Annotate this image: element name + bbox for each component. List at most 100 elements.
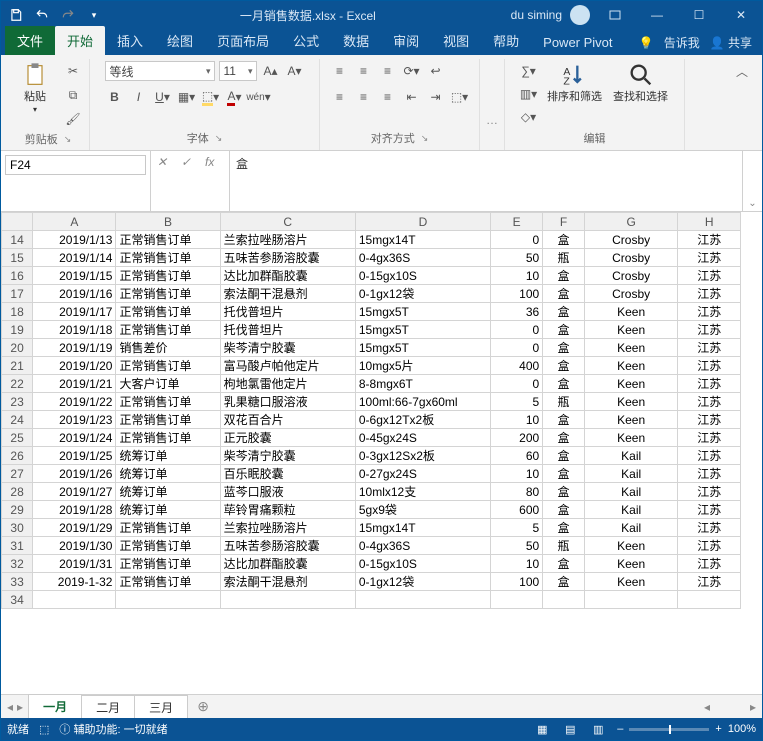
- tab-view[interactable]: 视图: [431, 26, 481, 55]
- cell[interactable]: 正常销售订单: [116, 411, 220, 429]
- cell[interactable]: 0: [491, 375, 543, 393]
- row-header[interactable]: 26: [2, 447, 33, 465]
- row-header[interactable]: 22: [2, 375, 33, 393]
- cell[interactable]: 盒: [543, 375, 585, 393]
- macro-record-icon[interactable]: ⬚: [39, 723, 49, 736]
- cell[interactable]: 江苏: [678, 393, 741, 411]
- close-icon[interactable]: ✕: [724, 4, 758, 26]
- formula-content[interactable]: 盒: [230, 151, 742, 211]
- cell[interactable]: Keen: [584, 429, 678, 447]
- cell[interactable]: 0-4gx36S: [355, 537, 490, 555]
- fill-icon[interactable]: ▥▾: [519, 84, 539, 104]
- cell[interactable]: 2019-1-32: [33, 573, 116, 591]
- cell[interactable]: 江苏: [678, 231, 741, 249]
- cut-icon[interactable]: ✂: [63, 61, 83, 81]
- cell[interactable]: 正常销售订单: [116, 519, 220, 537]
- cell[interactable]: 江苏: [678, 285, 741, 303]
- tab-help[interactable]: 帮助: [481, 26, 531, 55]
- row-header[interactable]: 21: [2, 357, 33, 375]
- orientation-icon[interactable]: ⟳▾: [402, 61, 422, 81]
- cell[interactable]: Keen: [584, 375, 678, 393]
- cell[interactable]: 托伐普坦片: [220, 321, 355, 339]
- tell-me-icon[interactable]: 💡: [639, 36, 654, 50]
- cell[interactable]: Crosby: [584, 249, 678, 267]
- cell[interactable]: 2019/1/17: [33, 303, 116, 321]
- col-header-H[interactable]: H: [678, 213, 741, 231]
- cell[interactable]: 10: [491, 555, 543, 573]
- col-header-C[interactable]: C: [220, 213, 355, 231]
- zoom-out-icon[interactable]: –: [617, 723, 623, 735]
- cell[interactable]: 江苏: [678, 375, 741, 393]
- accessibility-status[interactable]: ⓘ 辅助功能: 一切就绪: [59, 721, 167, 737]
- sheet-nav-next-icon[interactable]: ▸: [17, 700, 23, 714]
- row-header[interactable]: 29: [2, 501, 33, 519]
- row-header[interactable]: 28: [2, 483, 33, 501]
- increase-font-icon[interactable]: A▴: [261, 61, 281, 81]
- cell[interactable]: 600: [491, 501, 543, 519]
- cell[interactable]: 兰索拉唑肠溶片: [220, 519, 355, 537]
- cell[interactable]: 索法酮干混悬剂: [220, 573, 355, 591]
- cell[interactable]: 200: [491, 429, 543, 447]
- decrease-font-icon[interactable]: A▾: [285, 61, 305, 81]
- cell[interactable]: 柴芩清宁胶囊: [220, 339, 355, 357]
- cell[interactable]: 正常销售订单: [116, 573, 220, 591]
- cell[interactable]: 正常销售订单: [116, 249, 220, 267]
- cell[interactable]: 0-15gx10S: [355, 555, 490, 573]
- worksheet-grid[interactable]: ABCDEFGH 142019/1/13正常销售订单兰索拉唑肠溶片15mgx14…: [1, 212, 762, 694]
- cell[interactable]: 2019/1/27: [33, 483, 116, 501]
- save-icon[interactable]: [5, 4, 27, 26]
- cell[interactable]: 达比加群酯胶囊: [220, 555, 355, 573]
- cell[interactable]: 江苏: [678, 447, 741, 465]
- cell[interactable]: 盒: [543, 285, 585, 303]
- cell[interactable]: 正元胶囊: [220, 429, 355, 447]
- cell[interactable]: Keen: [584, 303, 678, 321]
- tab-file[interactable]: 文件: [5, 26, 55, 55]
- cell[interactable]: Kail: [584, 483, 678, 501]
- border-button[interactable]: ▦▾: [177, 87, 197, 107]
- cell[interactable]: 400: [491, 357, 543, 375]
- zoom-slider[interactable]: [629, 728, 709, 731]
- name-box[interactable]: [5, 155, 146, 175]
- select-all-corner[interactable]: [2, 213, 33, 231]
- cell[interactable]: 50: [491, 249, 543, 267]
- cell[interactable]: Keen: [584, 321, 678, 339]
- cell[interactable]: 盒: [543, 303, 585, 321]
- underline-button[interactable]: U▾: [153, 87, 173, 107]
- col-header-F[interactable]: F: [543, 213, 585, 231]
- cell[interactable]: 江苏: [678, 303, 741, 321]
- cell[interactable]: 蓝芩口服液: [220, 483, 355, 501]
- view-page-break-icon[interactable]: ▥: [589, 721, 607, 737]
- zoom-level[interactable]: 100%: [728, 723, 756, 735]
- cell[interactable]: 盒: [543, 519, 585, 537]
- sheet-nav-prev-icon[interactable]: ◂: [7, 700, 13, 714]
- cell[interactable]: 2019/1/19: [33, 339, 116, 357]
- cell[interactable]: 10mlx12支: [355, 483, 490, 501]
- cell[interactable]: 正常销售订单: [116, 555, 220, 573]
- cell[interactable]: 0-45gx24S: [355, 429, 490, 447]
- cell[interactable]: 江苏: [678, 249, 741, 267]
- cell[interactable]: 五味苦参肠溶胶囊: [220, 249, 355, 267]
- cell[interactable]: 盒: [543, 267, 585, 285]
- cell[interactable]: 10: [491, 411, 543, 429]
- format-painter-icon[interactable]: 🖌: [63, 109, 83, 129]
- cell[interactable]: 正常销售订单: [116, 303, 220, 321]
- cell[interactable]: 双花百合片: [220, 411, 355, 429]
- tab-insert[interactable]: 插入: [105, 26, 155, 55]
- row-header[interactable]: 15: [2, 249, 33, 267]
- row-header[interactable]: 17: [2, 285, 33, 303]
- indent-decrease-icon[interactable]: ⇤: [402, 87, 422, 107]
- cell[interactable]: 江苏: [678, 555, 741, 573]
- autosum-icon[interactable]: ∑▾: [519, 61, 539, 81]
- cell[interactable]: 2019/1/29: [33, 519, 116, 537]
- maximize-icon[interactable]: ☐: [682, 4, 716, 26]
- cell[interactable]: [491, 591, 543, 609]
- fx-icon[interactable]: fx: [205, 155, 223, 173]
- enter-formula-icon[interactable]: ✓: [181, 155, 199, 173]
- cell[interactable]: 统筹订单: [116, 501, 220, 519]
- cell[interactable]: 8-8mgx6T: [355, 375, 490, 393]
- cell[interactable]: 盒: [543, 357, 585, 375]
- cell[interactable]: 盒: [543, 573, 585, 591]
- cell[interactable]: 2019/1/16: [33, 285, 116, 303]
- cell[interactable]: 正常销售订单: [116, 393, 220, 411]
- cell[interactable]: 0-15gx10S: [355, 267, 490, 285]
